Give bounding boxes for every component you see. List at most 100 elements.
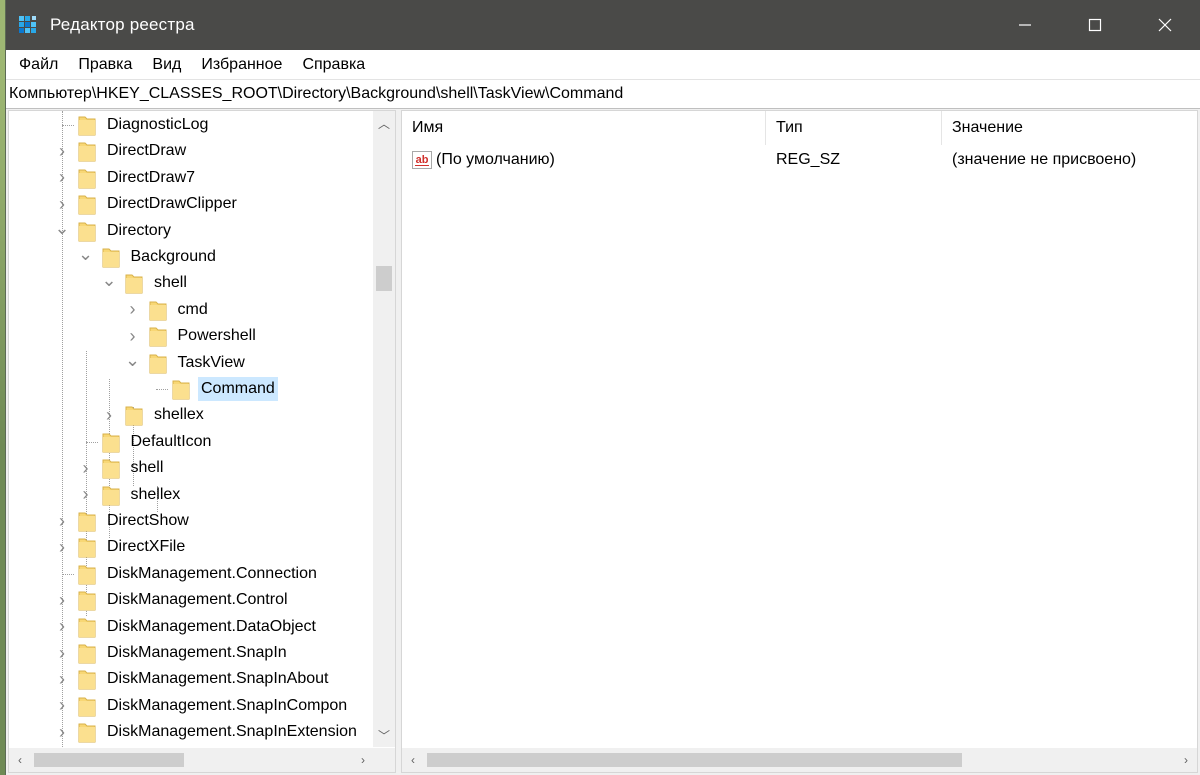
column-name-label: Имя (412, 119, 444, 136)
chevron-right-icon[interactable]: › (54, 138, 70, 164)
folder-icon (149, 299, 167, 321)
folder-icon (78, 536, 96, 558)
window-title: Редактор реестра (50, 15, 195, 34)
menu-view[interactable]: Вид (142, 50, 191, 79)
tree-item[interactable]: › DirectDraw (54, 138, 189, 164)
tree-item-label: DiskManagement.SnapInAbout (107, 670, 329, 688)
tree-item-label: cmd (177, 300, 208, 318)
minimize-button[interactable] (990, 0, 1060, 50)
scroll-left-icon[interactable]: ‹ (9, 748, 31, 772)
scroll-thumb[interactable] (34, 753, 184, 767)
key-tree: DiagnosticLog › DirectDraw › DirectDraw7 › Dir… (9, 111, 374, 747)
tree-item[interactable]: › DirectShow (54, 508, 192, 534)
chevron-right-icon[interactable]: › (54, 165, 70, 191)
chevron-right-icon[interactable]: › (54, 693, 70, 719)
menu-file[interactable]: Файл (9, 50, 68, 79)
tree-item[interactable]: › DiskManagement.SnapInCompon (54, 693, 350, 719)
tree-item[interactable]: › shell (78, 455, 167, 481)
chevron-right-icon[interactable]: › (54, 614, 70, 640)
scroll-left-icon[interactable]: ‹ (402, 748, 424, 772)
tree-item[interactable]: ⌄ TaskView (125, 350, 248, 376)
menu-edit[interactable]: Правка (68, 50, 142, 79)
title-bar[interactable]: Редактор реестра (6, 0, 1200, 50)
chevron-right-icon[interactable]: › (78, 455, 94, 481)
chevron-right-icon[interactable]: › (101, 402, 117, 428)
tree-item[interactable]: › shellex (78, 482, 184, 508)
column-header-value[interactable]: Значение (942, 111, 1197, 145)
tree-item-label: DirectDraw7 (107, 168, 196, 186)
scroll-right-icon[interactable]: › (1175, 748, 1197, 772)
chevron-down-icon[interactable]: ⌄ (101, 270, 117, 296)
chevron-down-icon[interactable]: ⌄ (78, 244, 94, 270)
tree-item[interactable]: › DiskManagement.SnapInAbout (54, 666, 331, 692)
tree-item[interactable]: › DiskManagement.Control (54, 587, 291, 613)
tree-item[interactable]: › DiskManagement.DataObject (54, 614, 319, 640)
menu-favorites[interactable]: Избранное (191, 50, 292, 79)
scroll-thumb[interactable] (376, 266, 392, 291)
value-data-cell: (значение не присвоено) (952, 151, 1137, 168)
string-value-icon: ab (412, 151, 432, 169)
close-icon (1158, 18, 1172, 32)
folder-icon (78, 563, 96, 585)
tree-item[interactable]: › DirectXFile (54, 534, 188, 560)
chevron-right-icon[interactable]: › (125, 297, 141, 323)
chevron-right-icon[interactable]: › (78, 482, 94, 508)
folder-icon (78, 642, 96, 664)
values-horizontal-scrollbar[interactable]: ‹ › (402, 748, 1197, 772)
folder-icon (78, 193, 96, 215)
column-value-label: Значение (952, 119, 1023, 136)
column-header-type[interactable]: Тип (766, 111, 942, 145)
tree-item-label: DirectDraw (107, 142, 187, 160)
tree-item[interactable]: DiskManagement.Connection (54, 561, 320, 587)
address-bar[interactable]: Компьютер\HKEY_CLASSES_ROOT\Directory\Ba… (6, 79, 1200, 109)
folder-icon (78, 721, 96, 743)
svg-text:ab: ab (416, 154, 429, 166)
chevron-down-icon[interactable]: ⌄ (54, 218, 70, 244)
folder-icon (78, 140, 96, 162)
tree-item-label: DirectDrawClipper (107, 195, 237, 213)
values-header: Имя Тип Значение (402, 111, 1197, 145)
chevron-right-icon[interactable]: › (54, 719, 70, 745)
tree-horizontal-scrollbar[interactable]: ‹ › (9, 748, 374, 772)
chevron-right-icon[interactable]: › (54, 640, 70, 666)
key-tree-pane: DiagnosticLog › DirectDraw › DirectDraw7 › Dir… (8, 110, 396, 773)
tree-item[interactable]: DiagnosticLog (54, 112, 211, 138)
registry-editor-window: Редактор реестра Файл Правка Вид Избранн… (5, 0, 1200, 775)
tree-item-label: DiagnosticLog (107, 116, 209, 133)
tree-item[interactable]: › DiskManagement.SnapIn (54, 640, 290, 666)
chevron-right-icon[interactable]: › (54, 666, 70, 692)
folder-icon (149, 352, 167, 374)
chevron-right-icon[interactable]: › (54, 508, 70, 534)
scroll-thumb[interactable] (427, 753, 962, 767)
value-row[interactable]: ab (По умолчанию) REG_SZ (значение не пр… (402, 147, 1197, 173)
tree-item[interactable]: › DirectDraw7 (54, 165, 198, 191)
folder-icon (102, 431, 120, 453)
tree-item[interactable]: ⌄ Directory (54, 218, 174, 244)
scroll-right-icon[interactable]: › (352, 748, 374, 772)
folder-icon (102, 246, 120, 268)
tree-vertical-scrollbar[interactable]: ︿ ﹀ (373, 111, 395, 747)
scroll-down-icon[interactable]: ﹀ (373, 723, 395, 747)
chevron-right-icon[interactable]: › (54, 587, 70, 613)
tree-item[interactable]: ⌄ shell (101, 270, 190, 296)
column-header-name[interactable]: Имя (402, 111, 766, 145)
close-button[interactable] (1130, 0, 1200, 50)
chevron-down-icon[interactable]: ⌄ (125, 350, 141, 376)
tree-item-label: DirectXFile (107, 538, 186, 556)
chevron-right-icon[interactable]: › (54, 191, 70, 217)
maximize-button[interactable] (1060, 0, 1130, 50)
tree-item[interactable]: › cmd (125, 297, 211, 323)
tree-item[interactable]: ⌄ Background (78, 244, 219, 270)
tree-item[interactable]: › shellex (101, 402, 207, 428)
tree-item[interactable]: DefaultIcon (78, 429, 215, 455)
tree-item[interactable]: › DirectDrawClipper (54, 191, 240, 217)
chevron-right-icon[interactable]: › (125, 323, 141, 349)
tree-item[interactable]: › Powershell (125, 323, 259, 349)
scroll-up-icon[interactable]: ︿ (373, 111, 395, 135)
tree-item[interactable]: Command (148, 376, 278, 402)
address-path[interactable]: Компьютер\HKEY_CLASSES_ROOT\Directory\Ba… (9, 85, 623, 103)
menu-help[interactable]: Справка (292, 50, 375, 79)
chevron-right-icon[interactable]: › (54, 534, 70, 560)
folder-icon (149, 325, 167, 347)
tree-item[interactable]: › DiskManagement.SnapInExtension (54, 719, 360, 745)
